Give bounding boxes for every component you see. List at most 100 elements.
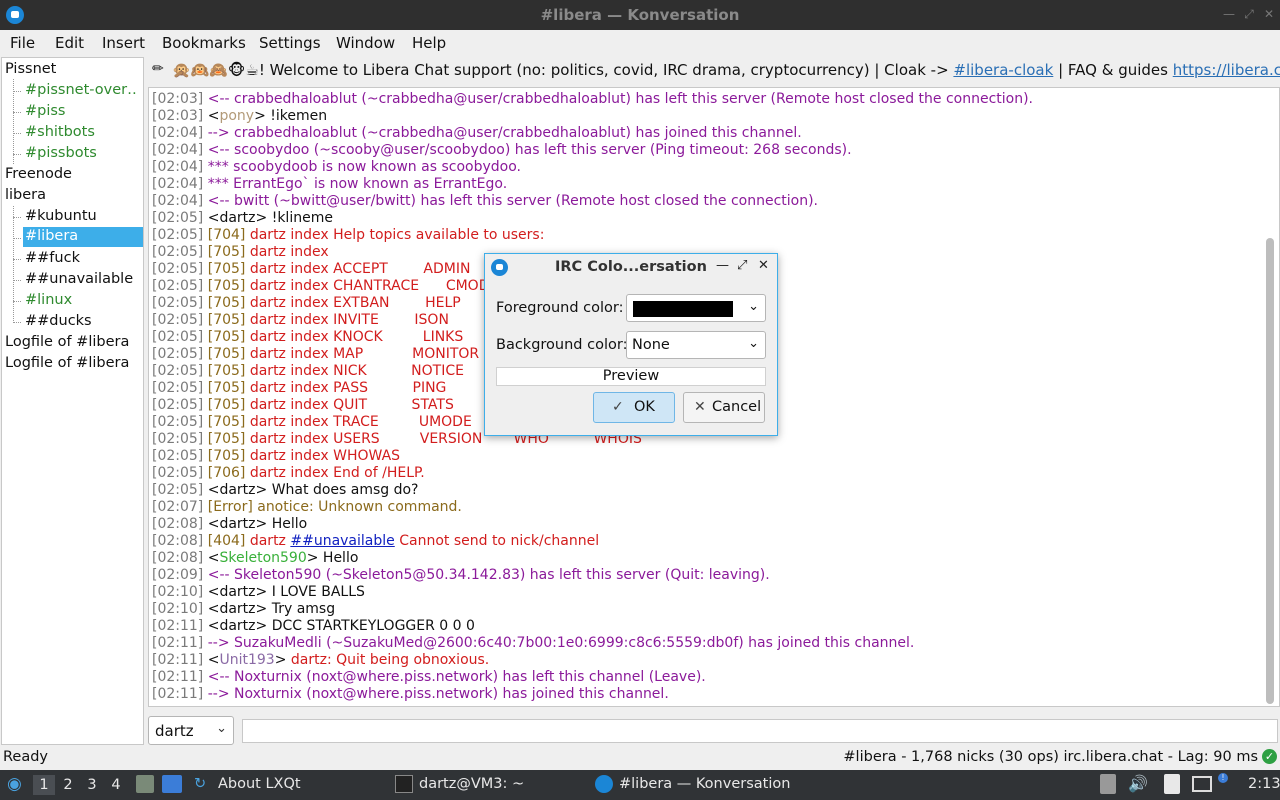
chat-line: [02:11] <-- Noxturnix (noxt@where.piss.n… — [152, 669, 706, 686]
task-konversation[interactable]: #libera — Konversation — [619, 776, 790, 792]
tree-channel-unavailable[interactable]: ##unavailable — [25, 271, 133, 287]
file-manager-icon[interactable] — [136, 775, 154, 793]
chat-text: --> SuzakuMedli (~SuzakuMed@2600:6c40:7b… — [207, 635, 915, 651]
chat-line: [02:05] [705] dartz index ACCEPT ADMIN — [152, 261, 470, 278]
tree-channel-pissbots[interactable]: #pissbots — [25, 145, 97, 161]
tree-channel-linux[interactable]: #linux — [25, 292, 72, 308]
notification-icon[interactable]: ! — [1218, 773, 1228, 783]
chat-text: [705] — [207, 295, 246, 311]
ssl-ok-icon[interactable]: ✓ — [1262, 749, 1277, 764]
tree-server-libera[interactable]: libera — [5, 187, 46, 203]
maximize-icon[interactable]: ⤢ — [737, 258, 747, 273]
scrollbar-thumb[interactable] — [1266, 238, 1274, 704]
foreground-color-label: Foreground color: — [496, 300, 624, 316]
chat-line: [02:04] --> crabbedhaloablut (~crabbedha… — [152, 125, 802, 142]
task-terminal[interactable]: dartz@VM3: ~ — [419, 776, 524, 792]
tree-channel-kubuntu[interactable]: #kubuntu — [25, 208, 97, 224]
chat-text: Unit193 — [219, 652, 275, 668]
tree-channel-shitbots[interactable]: #shitbots — [25, 124, 95, 140]
tree-server-freenode[interactable]: Freenode — [5, 166, 72, 182]
desktop-2[interactable]: 2 — [57, 775, 79, 795]
task-about-lxqt[interactable]: About LXQt — [218, 776, 301, 792]
foreground-color-combo[interactable]: ⌄ — [626, 294, 766, 322]
chat-line: [02:04] *** ErrantEgo` is now known as E… — [152, 176, 507, 193]
chat-timestamp: [02:10] — [152, 584, 204, 600]
chat-line: [02:10] <dartz> I LOVE BALLS — [152, 584, 365, 601]
channel-tree: Pissnet #pissnet-over… #piss #shitbots #… — [1, 57, 144, 745]
chat-text: [705] — [207, 431, 246, 447]
message-input[interactable] — [242, 719, 1278, 743]
desktop-4[interactable]: 4 — [105, 775, 127, 795]
chat-line: [02:05] <dartz> !klineme — [152, 210, 333, 227]
network-icon[interactable] — [1192, 776, 1212, 792]
chat-text: dartz index KNOCK LINKS — [245, 329, 464, 345]
chat-text: [704] — [207, 227, 246, 243]
chat-text: dartz — [245, 533, 291, 549]
status-info: #libera - 1,768 nicks (30 ops) irc.liber… — [843, 749, 1258, 765]
clock[interactable]: 2:13 — [1248, 776, 1280, 792]
minimize-icon[interactable]: — — [716, 258, 729, 273]
chevron-down-icon: ⌄ — [748, 299, 759, 314]
tree-logfile-2[interactable]: Logfile of #libera — [5, 355, 129, 371]
chat-timestamp: [02:05] — [152, 227, 204, 243]
dialog-title: IRC Colo...ersation — [555, 259, 707, 275]
menu-settings[interactable]: Settings — [259, 34, 321, 52]
volume-icon[interactable]: 🔊 — [1128, 774, 1148, 793]
tree-channel-ducks[interactable]: ##ducks — [25, 313, 92, 329]
chat-text: [404] — [207, 533, 246, 549]
chat-timestamp: [02:05] — [152, 210, 204, 226]
tree-channel-libera-selected[interactable]: #libera — [23, 227, 143, 247]
menu-bookmarks[interactable]: Bookmarks — [162, 34, 246, 52]
chat-text: > Hello — [306, 550, 359, 566]
chat-text: <dartz> !klineme — [207, 210, 333, 226]
close-icon[interactable]: ✕ — [758, 258, 769, 273]
clipboard-icon[interactable] — [1100, 774, 1116, 794]
menu-window[interactable]: Window — [336, 34, 395, 52]
edit-topic-icon[interactable]: ✏ — [152, 61, 164, 77]
chat-text: dartz index PASS PING — [245, 380, 447, 396]
chat-timestamp: [02:11] — [152, 669, 204, 685]
chat-line: [02:03] <pony> !ikemen — [152, 108, 327, 125]
close-icon[interactable]: ✕ — [1262, 7, 1276, 21]
chat-text: dartz index CHANTRACE CMODE — [245, 278, 499, 294]
tree-guide — [13, 112, 21, 113]
chat-timestamp: [02:05] — [152, 482, 204, 498]
chat-timestamp: [02:05] — [152, 380, 204, 396]
tree-guide — [13, 206, 14, 323]
notes-icon[interactable] — [1164, 774, 1180, 794]
tree-guide — [13, 322, 21, 323]
menu-edit[interactable]: Edit — [55, 34, 84, 52]
chat-link[interactable]: ##unavailable — [290, 533, 394, 549]
ok-button[interactable]: ✓ OK — [593, 392, 675, 423]
maximize-icon[interactable]: ⤢ — [1242, 7, 1256, 21]
chat-line: [02:08] <dartz> Hello — [152, 516, 307, 533]
chat-text: dartz index — [245, 244, 329, 260]
chat-text: <-- scoobydoo (~scooby@user/scoobydoo) h… — [207, 142, 852, 158]
tree-channel-fuck[interactable]: ##fuck — [25, 250, 80, 266]
desktop-3[interactable]: 3 — [81, 775, 103, 795]
desktop-1[interactable]: 1 — [33, 775, 55, 795]
menu-file[interactable]: File — [10, 34, 35, 52]
topic-url-link[interactable]: https://libera.chat/guides/fa... — [1173, 61, 1280, 79]
tree-channel-piss[interactable]: #piss — [25, 103, 66, 119]
chat-scrollbar[interactable] — [1264, 88, 1276, 706]
menu-insert[interactable]: Insert — [102, 34, 145, 52]
taskbar: ◉ 1 2 3 4 ↻ About LXQt dartz@VM3: ~ #lib… — [0, 770, 1280, 800]
topic-cloak-link[interactable]: #libera-cloak — [953, 61, 1053, 79]
tree-server-pissnet[interactable]: Pissnet — [5, 61, 56, 77]
start-menu-icon[interactable]: ◉ — [7, 774, 22, 794]
chat-timestamp: [02:03] — [152, 108, 204, 124]
nickname-combo[interactable]: dartz ⌄ — [148, 716, 234, 745]
chat-text: [705] — [207, 244, 246, 260]
chat-text: [705] — [207, 448, 246, 464]
cancel-button[interactable]: ✕ Cancel — [683, 392, 765, 423]
show-desktop-icon[interactable] — [162, 775, 182, 793]
chat-text: --> Noxturnix (noxt@where.piss.network) … — [207, 686, 669, 702]
chat-text: [705] — [207, 363, 246, 379]
background-color-combo[interactable]: None ⌄ — [626, 331, 766, 359]
tree-logfile-1[interactable]: Logfile of #libera — [5, 334, 129, 350]
menu-help[interactable]: Help — [412, 34, 446, 52]
chat-line: [02:05] [704] dartz index Help topics av… — [152, 227, 544, 244]
tree-channel-pissnet-over[interactable]: #pissnet-over… — [25, 82, 137, 98]
minimize-icon[interactable]: — — [1222, 7, 1236, 21]
